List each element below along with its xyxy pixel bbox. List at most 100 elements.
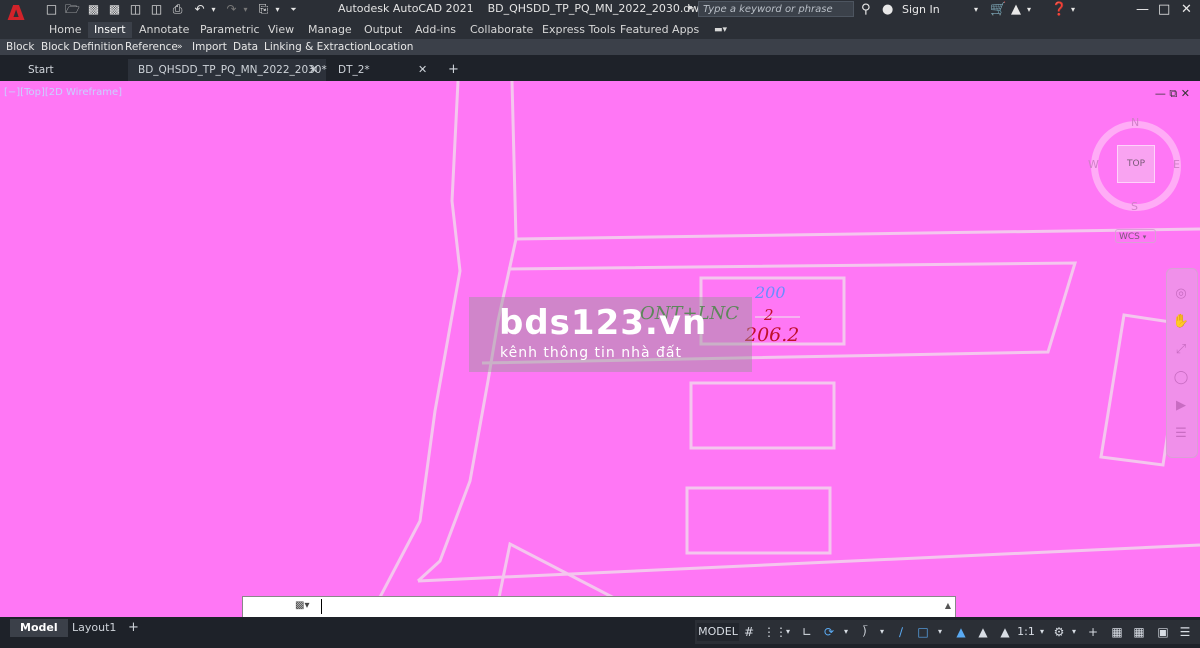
tab-start[interactable]: Start [18,59,126,81]
polar-tracking-icon[interactable]: ⟳ [821,623,837,641]
compass-north[interactable]: N [1131,116,1139,129]
open-folder-icon[interactable]: 🗁 [65,2,80,17]
viewport-close-icon[interactable]: ✕ [1181,87,1190,100]
scale-dropdown-icon[interactable]: ▾ [1037,623,1047,641]
minimize-icon[interactable]: — [1136,2,1149,17]
close-tab-icon[interactable]: ✕ [309,59,318,81]
isolate-objects-icon[interactable]: ▦ [1131,623,1147,641]
viewport-minimize-icon[interactable]: — [1155,87,1166,100]
save-as-icon[interactable]: ▩ [107,2,122,17]
new-tab-plus-icon[interactable]: + [440,59,468,81]
quick-properties-icon[interactable]: ▦ [1109,623,1125,641]
search-input[interactable]: Type a keyword or phrase [698,1,854,17]
model-space-button[interactable]: MODEL [697,623,739,641]
tab-output[interactable]: Output [358,22,408,38]
panel-import[interactable]: Import [192,40,227,54]
command-prompt-icon[interactable]: ▩▾ [295,600,309,611]
grid-icon[interactable]: # [741,623,757,641]
snap-icon[interactable]: ⋮⋮ [763,623,787,641]
customization-menu-icon[interactable]: ☰ [1177,623,1193,641]
workspace-gear-icon[interactable]: ⚙ [1051,623,1067,641]
tab-annotate[interactable]: Annotate [133,22,195,38]
viewport-restore-icon[interactable]: ⧉ [1169,87,1177,100]
ucs-menu[interactable]: WCS ▾ [1115,229,1156,243]
tab-featured-apps[interactable]: Featured Apps [614,22,705,38]
share-dropdown-icon[interactable]: ▾ [270,2,285,17]
viewport-controls-label[interactable]: [−][Top][2D Wireframe] [4,87,122,98]
tab-express-tools[interactable]: Express Tools [536,22,622,38]
ribbon-display-toggle-icon[interactable]: ▬▾ [708,22,733,38]
save-icon[interactable]: ▩ [86,2,101,17]
fullscreen-icon[interactable]: ▣ [1155,623,1171,641]
redo-icon[interactable]: ↷ [224,2,239,17]
ortho-icon[interactable]: ∟ [799,623,815,641]
annotation-visibility-icon[interactable]: ▲ [953,623,969,641]
workspace-dropdown-icon[interactable]: ▾ [1069,623,1079,641]
polar-dropdown-icon[interactable]: ▾ [841,623,851,641]
object-snap-tracking-icon[interactable]: ∕ [893,623,909,641]
maximize-icon[interactable]: □ [1158,2,1170,17]
panel-reference-expand-icon[interactable]: » [177,40,183,54]
close-tab-icon[interactable]: ✕ [418,59,427,81]
drawing-canvas[interactable]: ONT+LNC 200 2 206.2 [−][Top][2D Wirefram… [0,81,1200,617]
panel-linking-extraction[interactable]: Linking & Extraction [264,40,370,54]
tab-home[interactable]: Home [43,22,87,38]
tab-collaborate[interactable]: Collaborate [464,22,539,38]
zoom-extents-icon[interactable]: ⤢ [1172,341,1190,359]
new-layout-plus-icon[interactable]: + [118,619,149,637]
search-icon[interactable]: ⚲ [861,2,871,17]
panel-reference[interactable]: Reference [125,40,178,54]
share-icon[interactable]: ⎘ [256,2,271,17]
compass-south[interactable]: S [1131,200,1138,213]
command-history-icon[interactable]: ▲ [945,601,951,610]
new-file-icon[interactable]: □ [44,2,59,17]
object-snap-dropdown-icon[interactable]: ▾ [935,623,945,641]
command-input[interactable]: ▩▾ ▲ [242,596,956,618]
autodesk-app-icon[interactable]: ▲ [1011,2,1021,17]
sign-in-dropdown-icon[interactable]: ▾ [974,5,978,14]
compass-west[interactable]: W [1088,158,1099,171]
panel-location[interactable]: Location [369,40,413,54]
compass-east[interactable]: E [1173,158,1180,171]
tab-drawing-dt2[interactable]: DT_2* ✕ [328,59,438,81]
help-icon[interactable]: ❓ [1051,2,1067,17]
tab-manage[interactable]: Manage [302,22,358,38]
user-icon[interactable]: ● [882,2,893,17]
auto-scale-icon[interactable]: ▲ [975,623,991,641]
sign-in-link[interactable]: Sign In [902,3,940,16]
isodraft-icon[interactable]: ⟌ [857,623,873,641]
tab-parametric[interactable]: Parametric [194,22,266,38]
annotation-scale-icon[interactable]: ▲ [997,623,1013,641]
tab-layout1[interactable]: Layout1 [62,619,126,637]
panel-data[interactable]: Data [233,40,258,54]
snap-dropdown-icon[interactable]: ▾ [783,623,793,641]
close-icon[interactable]: ✕ [1181,2,1192,17]
panel-block-definition[interactable]: Block Definition [41,40,124,54]
annotation-scale-value[interactable]: 1:1 [1017,623,1035,641]
viewcube-top-face[interactable]: TOP [1117,145,1155,183]
help-dropdown-icon[interactable]: ▾ [1071,5,1075,14]
redo-dropdown-icon[interactable]: ▾ [238,2,253,17]
undo-dropdown-icon[interactable]: ▾ [206,2,221,17]
chevron-right-icon[interactable]: ▸ [689,3,694,13]
units-plus-icon[interactable]: + [1085,623,1101,641]
customize-toolbar-icon[interactable]: ⏷ [286,2,301,17]
tab-add-ins[interactable]: Add-ins [409,22,462,38]
tab-view[interactable]: View [262,22,300,38]
plot-icon[interactable]: ⎙ [170,2,185,17]
open-from-web-icon[interactable]: ◫ [128,2,143,17]
orbit-icon[interactable]: ◯ [1172,369,1190,387]
save-to-web-icon[interactable]: ◫ [149,2,164,17]
cart-icon[interactable]: 🛒 [990,2,1006,17]
isodraft-dropdown-icon[interactable]: ▾ [877,623,887,641]
app-dropdown-icon[interactable]: ▾ [1027,5,1031,14]
navbar-options-icon[interactable]: ☰ [1172,425,1190,443]
tab-model[interactable]: Model [10,619,68,637]
undo-icon[interactable]: ↶ [192,2,207,17]
showmotion-icon[interactable]: ▶ [1172,397,1190,415]
panel-block[interactable]: Block [6,40,34,54]
object-snap-icon[interactable]: □ [915,623,931,641]
pan-icon[interactable]: ✋ [1172,313,1190,331]
steering-wheel-icon[interactable]: ◎ [1172,285,1190,303]
tab-insert[interactable]: Insert [88,22,132,38]
